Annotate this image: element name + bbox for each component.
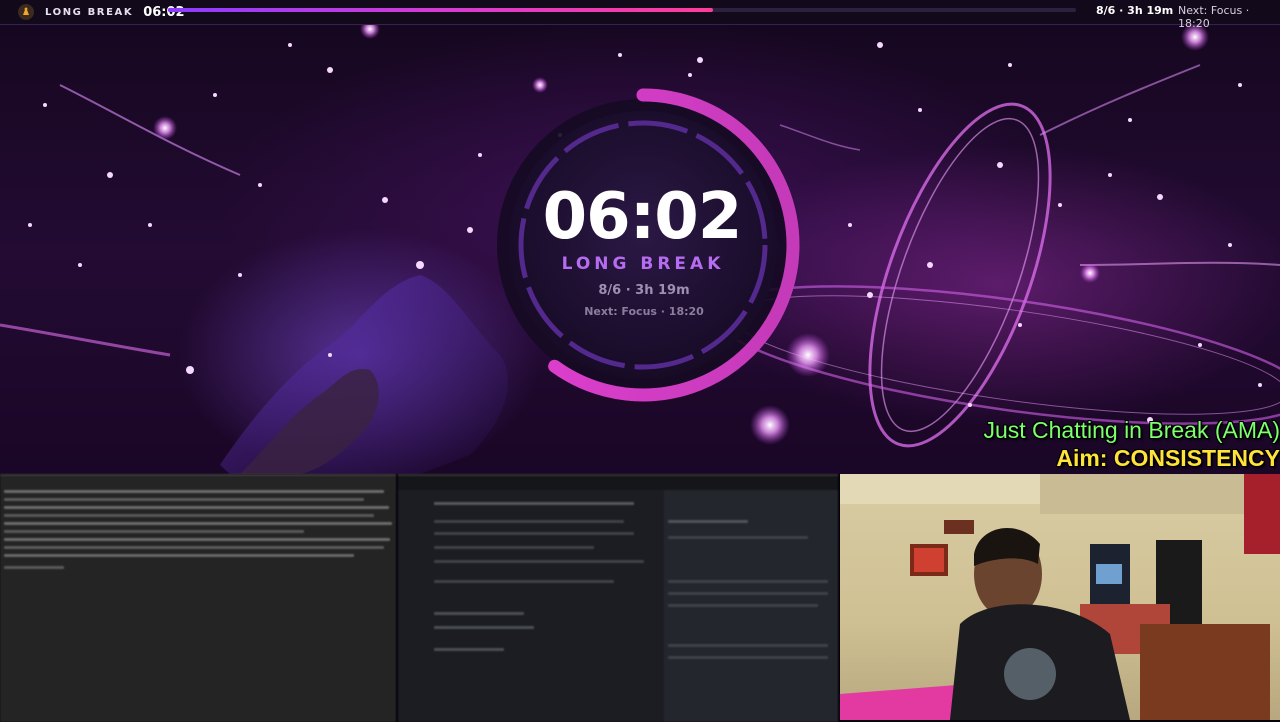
break-timer: 06:02 LONG BREAK 8/6 · 3h 19m Next: Focu… [497, 80, 812, 415]
next-session: Next: Focus · 18:20 [1178, 4, 1250, 30]
stream-aim: Aim: CONSISTENCY [1056, 445, 1280, 471]
timer-mode-label: LONG BREAK [561, 254, 725, 274]
timer-next-session: Next: Focus · 18:20 [584, 305, 704, 318]
bar-time: 06:02 [143, 4, 185, 20]
webcam-feed [840, 474, 1280, 720]
code-editor-pane [398, 474, 838, 722]
meditation-icon [18, 4, 34, 20]
session-progress-fill [168, 8, 713, 12]
timer-date-stat: 8/6 · 3h 19m [598, 283, 690, 298]
timer-time: 06:02 [542, 180, 743, 254]
date-stat: 8/6 · 3h 19m [1096, 4, 1174, 17]
session-progress-bar [168, 8, 1076, 12]
status-bar: LONG BREAK 06:02 8/6 · 3h 19m Next: Focu… [0, 0, 1280, 30]
mode-label: LONG BREAK [45, 6, 134, 18]
stream-title: Just Chatting in Break (AMA) [983, 417, 1280, 443]
terminal-pane [0, 474, 396, 722]
